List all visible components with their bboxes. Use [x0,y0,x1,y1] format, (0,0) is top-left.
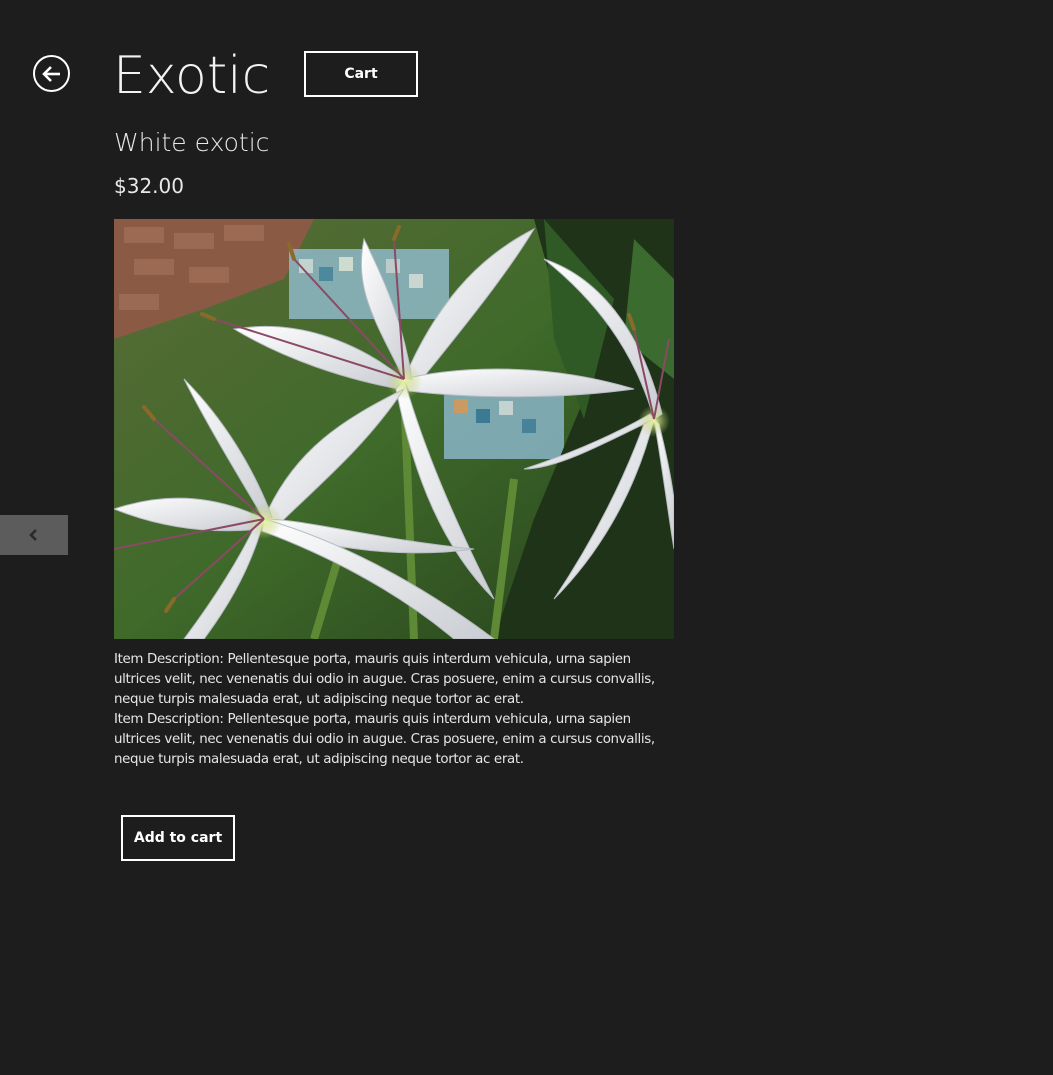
item-description: Item Description: Pellentesque porta, ma… [114,650,680,770]
page-title: Exotic [113,46,271,106]
back-button[interactable] [33,55,70,92]
add-to-cart-button[interactable]: Add to cart [121,815,235,861]
product-image [114,219,674,639]
item-price: $32.00 [114,174,184,198]
product-detail-page: Exotic Cart White exotic $32.00 Item Des… [0,0,1053,1075]
previous-item-button[interactable] [0,515,68,555]
description-paragraph-2: Item Description: Pellentesque porta, ma… [114,712,655,767]
back-arrow-circle-icon [41,65,60,82]
cart-button[interactable]: Cart [304,51,418,97]
white-lily-photo [114,219,674,639]
item-name: White exotic [114,128,270,157]
chevron-left-icon [29,529,37,541]
description-paragraph-1: Item Description: Pellentesque porta, ma… [114,652,655,707]
